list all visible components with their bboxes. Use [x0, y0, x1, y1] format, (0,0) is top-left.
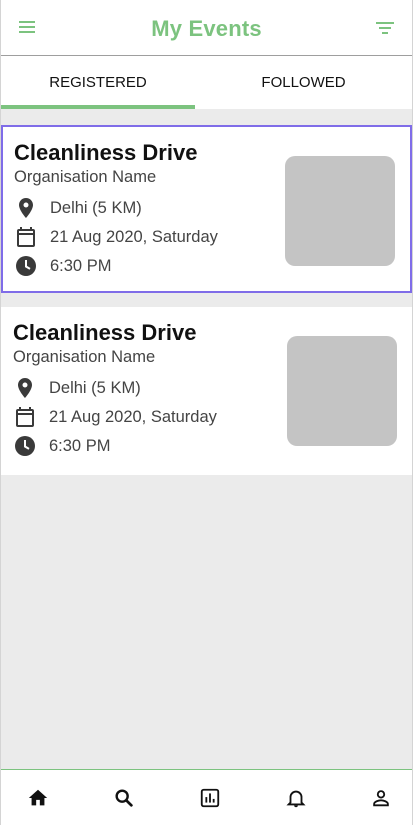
calendar-icon: [14, 225, 38, 249]
event-date-row: 21 Aug 2020, Saturday: [13, 405, 217, 429]
tab-registered[interactable]: REGISTERED: [1, 56, 195, 109]
event-time-row: 6:30 PM: [13, 434, 110, 458]
tab-bar: REGISTERED FOLLOWED: [1, 56, 412, 109]
search-icon[interactable]: [112, 786, 136, 810]
event-organisation: Organisation Name: [14, 168, 157, 186]
bottom-navigation: [1, 769, 412, 825]
event-location-row: Delhi (5 KM): [14, 196, 142, 220]
page-title: My Events: [151, 16, 262, 41]
event-card[interactable]: Cleanliness Drive Organisation Name Delh…: [1, 307, 412, 475]
event-organisation: Organisation Name: [13, 348, 156, 366]
event-location: Delhi (5 KM): [50, 198, 142, 217]
location-pin-icon: [14, 196, 38, 220]
chart-icon[interactable]: [198, 786, 222, 810]
event-time: 6:30 PM: [49, 436, 111, 455]
event-title: Cleanliness Drive: [13, 320, 197, 345]
active-tab-indicator: [1, 105, 195, 109]
event-time: 6:30 PM: [50, 256, 112, 275]
event-location-row: Delhi (5 KM): [13, 376, 141, 400]
event-date-row: 21 Aug 2020, Saturday: [14, 225, 218, 249]
clock-icon: [13, 434, 37, 458]
bell-icon[interactable]: [284, 786, 308, 810]
event-location: Delhi (5 KM): [49, 378, 141, 397]
clock-icon: [14, 254, 38, 278]
filter-icon[interactable]: [376, 22, 394, 34]
profile-icon[interactable]: [369, 786, 393, 810]
location-pin-icon: [13, 376, 37, 400]
event-thumbnail: [287, 336, 397, 446]
event-thumbnail: [285, 156, 395, 266]
tab-followed-label: FOLLOWED: [261, 74, 346, 91]
app-screen: My Events REGISTERED FOLLOWED Cleanlines…: [0, 0, 413, 825]
tab-registered-label: REGISTERED: [49, 74, 147, 91]
tab-followed[interactable]: FOLLOWED: [195, 56, 412, 109]
calendar-icon: [13, 405, 37, 429]
home-icon[interactable]: [26, 786, 50, 810]
event-title: Cleanliness Drive: [14, 140, 198, 165]
event-card[interactable]: Cleanliness Drive Organisation Name Delh…: [1, 125, 412, 293]
event-time-row: 6:30 PM: [14, 254, 111, 278]
app-header: My Events: [1, 0, 412, 56]
event-date: 21 Aug 2020, Saturday: [50, 227, 218, 246]
event-date: 21 Aug 2020, Saturday: [49, 407, 217, 426]
